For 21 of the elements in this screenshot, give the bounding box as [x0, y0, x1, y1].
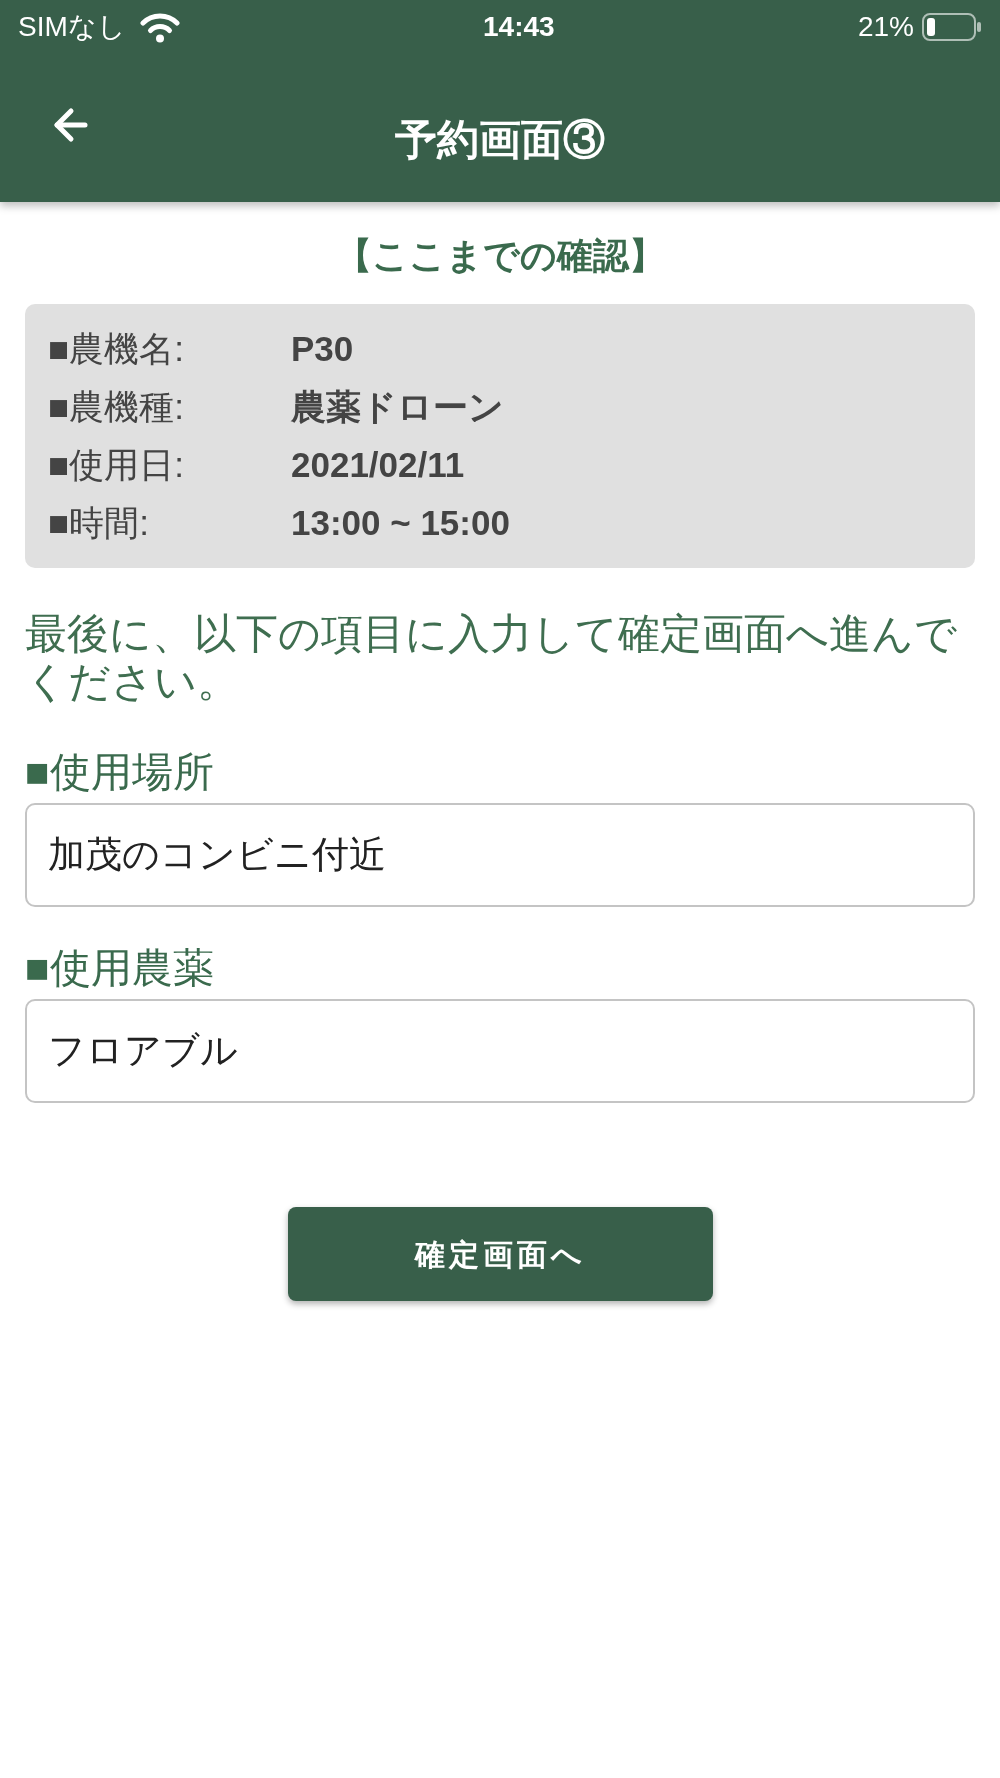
summary-label: ■農機種: — [48, 386, 185, 428]
section-heading: 【ここまでの確認】 — [335, 234, 665, 278]
input-field[interactable]: 加茂のコンビニ付近 — [25, 803, 975, 907]
input-field[interactable]: フロアブル — [25, 999, 975, 1103]
field-label: ■使用場所 — [25, 748, 215, 796]
summary-label: ■時間: — [48, 502, 150, 544]
instruction-text: 最後に、以下の項目に入力して確定画面へ進んでください。 — [25, 610, 958, 706]
summary-label: ■農機名: — [48, 328, 185, 370]
summary-value: 13:00 ~ 15:00 — [291, 502, 511, 544]
field-label: ■使用農薬 — [25, 944, 215, 992]
summary-value: P30 — [291, 328, 355, 370]
summary-value: 2021/02/11 — [291, 444, 466, 486]
battery-percentage: 21% — [857, 13, 914, 41]
battery-icon — [922, 13, 982, 41]
screen-title: 予約画面③ — [395, 116, 605, 164]
summary-label: ■使用日: — [48, 444, 185, 486]
wifi-icon — [139, 11, 180, 43]
carrier-label: SIMなし — [18, 13, 126, 41]
clock-time: 14:43 — [483, 13, 555, 41]
summary-value: 農薬ドローン — [291, 386, 505, 428]
confirm-button[interactable]: 確定画面へ — [287, 1207, 713, 1301]
